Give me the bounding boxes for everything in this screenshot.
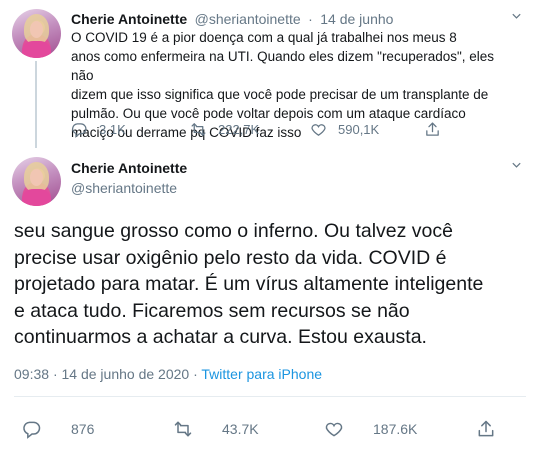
tweet-time[interactable]: 09:38 — [14, 366, 49, 382]
retweet-button[interactable]: 222,7K — [190, 121, 259, 138]
like-count: 590,1K — [338, 122, 380, 137]
reply-button[interactable]: 3.1K — [71, 121, 126, 138]
display-name[interactable]: Cherie Antoinette — [71, 11, 187, 27]
separator: · — [52, 366, 58, 382]
reply-count: 876 — [71, 421, 95, 437]
share-icon — [426, 122, 439, 136]
heart-icon — [325, 422, 343, 437]
user-handle[interactable]: @sheriantoinette — [71, 180, 177, 196]
reply-count: 3.1K — [99, 122, 126, 137]
separator: · — [308, 11, 313, 27]
chevron-down-icon[interactable] — [509, 158, 524, 178]
avatar[interactable] — [12, 9, 61, 58]
like-count: 187.6K — [373, 421, 418, 437]
tweet-header: Cherie Antoinette @sheriantoinette · 14 … — [71, 11, 396, 29]
divider — [14, 396, 526, 397]
tweet-source-link[interactable]: Twitter para iPhone — [201, 366, 322, 382]
share-button[interactable] — [424, 121, 452, 138]
heart-icon — [311, 124, 326, 136]
tweet-date[interactable]: 14 de junho — [320, 11, 393, 27]
avatar[interactable] — [12, 157, 61, 206]
reply-icon — [72, 123, 87, 138]
chevron-down-icon[interactable] — [509, 9, 524, 29]
retweet-count: 222,7K — [218, 122, 260, 137]
reply-button[interactable]: 876 — [22, 419, 94, 439]
tweet-text: seu sangue grosso como o inferno. Ou tal… — [14, 220, 484, 348]
share-icon — [478, 420, 494, 437]
user-handle[interactable]: @sheriantoinette — [195, 11, 301, 27]
retweet-button[interactable]: 43.7K — [173, 419, 259, 439]
thread-connector — [35, 61, 37, 148]
like-button[interactable]: 187.6K — [324, 419, 417, 439]
separator: · — [193, 366, 198, 382]
retweet-icon — [174, 421, 192, 437]
like-button[interactable]: 590,1K — [310, 121, 379, 138]
reply-icon — [23, 421, 41, 439]
share-button[interactable] — [476, 419, 525, 439]
display-name[interactable]: Cherie Antoinette — [71, 160, 187, 176]
tweet-metadata: 09:38 · 14 de junho de 2020 · Twitter pa… — [14, 366, 322, 382]
tweet-date[interactable]: 14 de junho de 2020 — [62, 366, 190, 382]
retweet-icon — [191, 123, 206, 136]
retweet-count: 43.7K — [222, 421, 259, 437]
